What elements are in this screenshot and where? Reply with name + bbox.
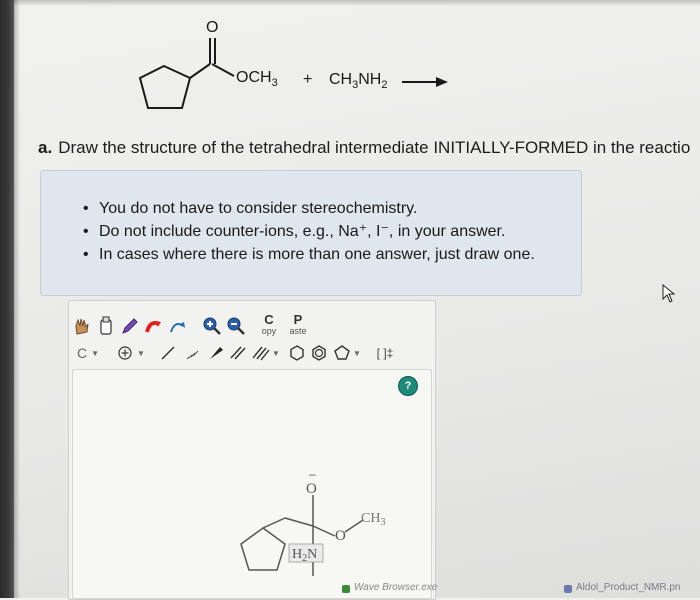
hashed-bond-tool[interactable] — [181, 343, 203, 363]
monitor-bezel — [0, 0, 14, 598]
curved-arrow-icon — [170, 322, 185, 333]
charge-plus-tool[interactable]: ▼ — [113, 343, 149, 363]
paste-letter: P — [293, 312, 303, 327]
reaction-svg: O OCH3 + CH3NH2 — [138, 19, 448, 109]
zoom-in-button[interactable] — [201, 315, 223, 337]
single-bond-tool[interactable] — [157, 343, 179, 363]
copy-button[interactable]: C opy — [257, 311, 281, 339]
mouse-cursor-icon — [662, 284, 676, 303]
reaction-scheme: O OCH3 + CH3NH2 — [120, 12, 480, 122]
screen-top-edge — [0, 0, 700, 6]
structure-editor: C opy P aste C ▼ ▼ ▼ ▼ []‡ O – O CH3 H2… — [68, 300, 436, 600]
cyclopentane-ring — [138, 64, 192, 109]
question-prompt: a. Draw the structure of the tetrahedral … — [38, 138, 690, 158]
pencil-icon — [122, 318, 138, 334]
drawn-ch3: CH3 — [361, 511, 385, 528]
taskbar-item-browser[interactable]: Wave Browser.exe — [354, 582, 437, 593]
drawn-structure: O – O CH3 H2N — [240, 467, 385, 576]
hexagon-icon — [290, 345, 304, 361]
browser-app-icon — [342, 585, 350, 593]
ester-methoxy: OCH3 — [236, 69, 278, 89]
drawn-o-top: O — [306, 481, 317, 497]
wedge-bond-tool[interactable] — [205, 343, 227, 363]
chevron-down-icon: ▼ — [353, 348, 361, 358]
image-file-icon — [564, 585, 572, 593]
cyclohexane-template[interactable] — [287, 343, 307, 363]
help-label: ? — [404, 380, 412, 392]
instruction-item: Do not include counter-ions, e.g., Na⁺, … — [83, 220, 581, 243]
drawn-ring-carbon-bond — [262, 517, 286, 529]
copy-label: opy — [261, 326, 277, 336]
charge-bracket-tool[interactable]: [ ]‡ — [369, 343, 401, 363]
double-bond-tool[interactable] — [227, 343, 249, 363]
chevron-down-icon: ▼ — [91, 348, 100, 358]
arrow-tool[interactable] — [143, 315, 165, 337]
drawn-o-ester: O — [335, 528, 346, 544]
drawn-carbon-link — [284, 517, 314, 527]
bezel-shadow — [14, 0, 20, 598]
paste-button[interactable]: P aste — [285, 311, 311, 339]
drawing-canvas[interactable]: O – O CH3 H2N — [72, 369, 432, 599]
zoom-out-button[interactable] — [225, 315, 247, 337]
drawn-c-oester-bond — [312, 525, 336, 537]
triple-bond-tool[interactable]: ▼ — [249, 343, 283, 363]
chevron-down-icon: ▼ — [272, 348, 280, 358]
methylamine: CH3NH2 — [329, 71, 387, 91]
single-bond-icon — [161, 346, 175, 360]
ester-bond — [211, 63, 235, 77]
hashed-bond-icon — [186, 350, 199, 360]
eraser-icon — [100, 316, 112, 335]
editor-toolbar: C opy P aste C ▼ ▼ ▼ ▼ []‡ — [69, 301, 435, 367]
drawn-cyclopentane-ring — [240, 527, 286, 571]
curved-arrow-red-icon — [145, 321, 161, 333]
element-label: C — [76, 345, 88, 361]
benzene-template[interactable] — [309, 343, 329, 363]
plus-sign: + — [303, 71, 312, 88]
question-letter: a. — [38, 138, 53, 157]
wedge-bond-icon — [210, 347, 223, 359]
hand-icon — [75, 318, 89, 335]
carbonyl-oxygen: O — [206, 19, 218, 36]
bracket-label: [ ]‡ — [376, 346, 394, 360]
instructions-list: You do not have to consider stereochemis… — [41, 171, 581, 266]
electron-arrow-tool[interactable] — [167, 315, 189, 337]
copy-letter: C — [264, 312, 274, 327]
instruction-item: You do not have to consider stereochemis… — [83, 197, 581, 220]
benzene-icon — [312, 345, 326, 361]
instruction-item: In cases where there is more than one an… — [83, 243, 581, 266]
chevron-down-icon: ▼ — [137, 348, 145, 358]
triple-bond-icon — [252, 346, 270, 361]
cyclopentane-template[interactable]: ▼ — [331, 343, 363, 363]
double-bond-icon — [230, 346, 246, 360]
taskbar-item-file[interactable]: Aldol_Product_NMR.pn — [576, 582, 681, 593]
pencil-tool[interactable] — [119, 315, 141, 337]
zoom-out-icon — [227, 317, 245, 335]
instructions-box: You do not have to consider stereochemis… — [40, 170, 582, 296]
drawn-o-charge: – — [309, 467, 316, 481]
help-button[interactable]: ? — [398, 376, 418, 396]
question-text: Draw the structure of the tetrahedral in… — [58, 138, 691, 157]
eraser-tool[interactable] — [95, 315, 117, 337]
ring-to-carbonyl-bond — [189, 63, 211, 79]
pentagon-icon — [334, 345, 350, 360]
hand-tool[interactable] — [71, 315, 93, 337]
plus-charge-icon — [118, 346, 132, 360]
element-selector[interactable]: C ▼ — [71, 343, 105, 363]
reaction-arrow-head — [436, 77, 448, 87]
taskbar-strip: Wave Browser.exe Aldol_Product_NMR.pn — [340, 580, 700, 598]
zoom-in-icon — [203, 317, 221, 335]
paste-label: aste — [289, 326, 307, 336]
